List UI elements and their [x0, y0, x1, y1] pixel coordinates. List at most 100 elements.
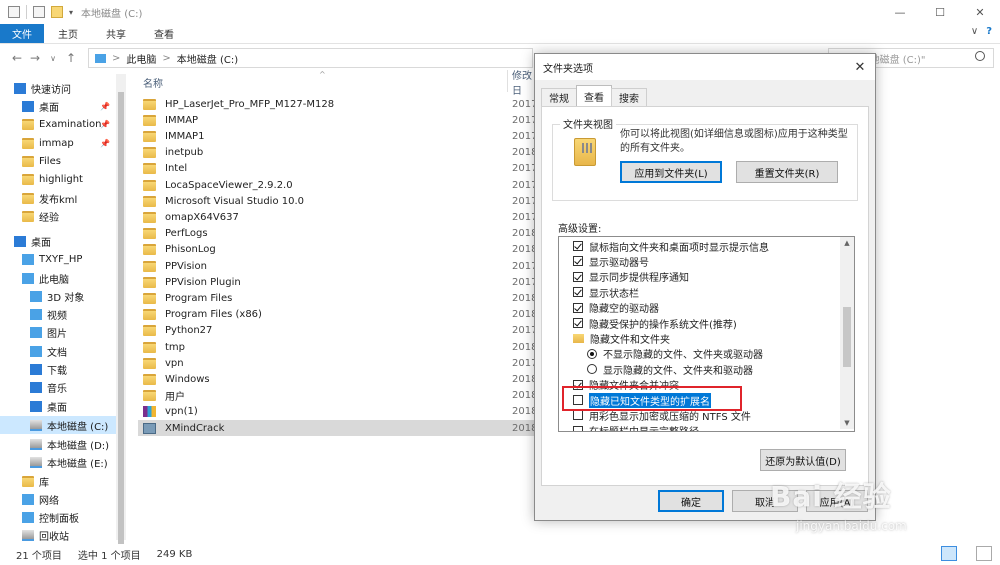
file-row[interactable]: HP_LaserJet_Pro_MFP_M127-M128 2017 — [138, 96, 537, 112]
checkbox-checked[interactable] — [573, 302, 583, 313]
up-arrow-icon[interactable]: ↑ — [62, 51, 80, 65]
file-row[interactable]: PPVision 2017 — [138, 258, 537, 274]
file-row[interactable]: PPVision Plugin 2017 — [138, 274, 537, 290]
checkbox-checked[interactable] — [573, 256, 583, 267]
advanced-setting-item[interactable]: 显示状态栏 — [559, 284, 841, 300]
advanced-list-scrollbar[interactable]: ▲ ▼ — [840, 237, 854, 429]
file-row[interactable]: Microsoft Visual Studio 10.0 2017 — [138, 193, 537, 209]
large-icons-view-icon[interactable] — [976, 546, 992, 561]
file-row[interactable]: PerfLogs 2018 — [138, 226, 537, 242]
file-row[interactable]: 用户 2018 — [138, 388, 537, 404]
search-icon[interactable] — [975, 51, 985, 61]
checkbox-unchecked[interactable] — [573, 425, 583, 431]
details-view-icon[interactable] — [941, 546, 957, 561]
sidebar-item[interactable]: Files — [0, 152, 116, 170]
checkbox-checked[interactable] — [573, 287, 583, 298]
column-divider[interactable] — [507, 70, 508, 92]
sidebar-item[interactable]: 本地磁盘 (D:) — [0, 435, 116, 453]
file-row[interactable]: inetpub 2018 — [138, 145, 537, 161]
ok-button[interactable]: 确定 — [658, 490, 724, 512]
scroll-down-icon[interactable]: ▼ — [842, 419, 852, 427]
sidebar-item[interactable]: 3D 对象 — [0, 287, 116, 305]
checkbox-checked[interactable] — [573, 241, 583, 251]
sidebar-item[interactable]: 本地磁盘 (E:) — [0, 453, 116, 471]
sidebar-item[interactable]: Examination 📌 — [0, 115, 116, 133]
column-name[interactable]: 名称 — [143, 75, 163, 90]
tab-search[interactable]: 搜索 — [611, 88, 647, 106]
advanced-setting-item[interactable]: 显示驱动器号 — [559, 253, 841, 269]
sidebar-item[interactable]: 经验 — [0, 207, 116, 225]
properties-icon[interactable] — [33, 6, 45, 18]
file-row[interactable]: Windows 2018 — [138, 371, 537, 387]
pin-icon[interactable]: 📌 — [100, 139, 110, 148]
checkbox-unchecked[interactable] — [573, 410, 583, 421]
radio-selected[interactable] — [587, 348, 597, 359]
advanced-setting-item[interactable]: 显示隐藏的文件、文件夹和驱动器 — [559, 361, 841, 377]
tab-share[interactable]: 共享 — [92, 24, 140, 43]
sidebar-item[interactable]: 控制面板 — [0, 508, 116, 526]
tab-view-options[interactable]: 查看 — [576, 85, 612, 106]
help-icon[interactable]: ? — [986, 26, 992, 37]
file-row[interactable]: IMMAP1 2017 — [138, 128, 537, 144]
file-row[interactable]: vpn(1) 2018 — [138, 404, 537, 420]
sidebar-item[interactable]: 此电脑 — [0, 269, 116, 287]
breadcrumb-this-pc[interactable]: 此电脑 — [126, 51, 156, 66]
sidebar-item[interactable]: highlight — [0, 170, 116, 188]
recent-locations-icon[interactable]: ∨ — [44, 54, 62, 63]
advanced-setting-item[interactable]: 隐藏文件和文件夹 — [559, 330, 841, 346]
sidebar-item[interactable]: 网络 — [0, 490, 116, 508]
sidebar-item[interactable]: 桌面 — [0, 232, 116, 250]
scrollbar-thumb[interactable] — [843, 307, 851, 367]
tab-file[interactable]: 文件 — [0, 24, 44, 43]
pin-icon[interactable]: 📌 — [100, 120, 110, 129]
sidebar-item[interactable]: 图片 — [0, 323, 116, 341]
reset-folders-button[interactable]: 重置文件夹(R) — [736, 161, 838, 183]
scroll-up-icon[interactable]: ▲ — [842, 239, 852, 247]
sidebar-item[interactable]: 桌面 📌 — [0, 97, 116, 115]
checkbox-checked[interactable] — [573, 318, 583, 328]
advanced-setting-item[interactable]: 隐藏受保护的操作系统文件(推荐) — [559, 315, 841, 331]
file-row[interactable]: Python27 2017 — [138, 323, 537, 339]
sidebar-item[interactable]: 下载 — [0, 360, 116, 378]
advanced-setting-item[interactable]: 显示同步提供程序通知 — [559, 269, 841, 285]
advanced-setting-item[interactable]: 鼠标指向文件夹和桌面项时显示提示信息 — [559, 238, 841, 254]
nav-scrollbar-thumb[interactable] — [118, 92, 124, 544]
file-row[interactable]: omapX64V637 2017 — [138, 209, 537, 225]
sidebar-item[interactable]: 回收站 — [0, 526, 116, 544]
address-field[interactable]: > 此电脑 > 本地磁盘 (C:) — [88, 48, 533, 68]
sidebar-item[interactable]: immap 📌 — [0, 134, 116, 152]
apply-to-folders-button[interactable]: 应用到文件夹(L) — [620, 161, 722, 183]
radio-unselected[interactable] — [587, 364, 597, 375]
advanced-setting-item[interactable]: 隐藏空的驱动器 — [559, 300, 841, 316]
file-row[interactable]: IMMAP 2017 — [138, 112, 537, 128]
sidebar-item[interactable]: 快速访问 — [0, 79, 116, 97]
tab-home[interactable]: 主页 — [44, 24, 92, 43]
pin-icon[interactable]: 📌 — [100, 102, 110, 111]
sidebar-item[interactable]: 发布kml — [0, 189, 116, 207]
sidebar-item[interactable]: 本地磁盘 (C:) — [0, 416, 116, 434]
file-row[interactable]: PhisonLog 2018 — [138, 242, 537, 258]
minimize-button[interactable]: — — [880, 0, 920, 24]
file-row[interactable]: LocaSpaceViewer_2.9.2.0 2017 — [138, 177, 537, 193]
advanced-setting-item[interactable]: 不显示隐藏的文件、文件夹或驱动器 — [559, 346, 841, 362]
column-date-modified[interactable]: 修改日 — [512, 67, 535, 97]
sidebar-item[interactable]: 桌面 — [0, 397, 116, 415]
sidebar-item[interactable]: 文档 — [0, 342, 116, 360]
checkbox-checked[interactable] — [573, 271, 583, 282]
breadcrumb-local-disk-c[interactable]: 本地磁盘 (C:) — [177, 51, 238, 66]
tab-general[interactable]: 常规 — [541, 88, 577, 106]
file-row[interactable]: Intel 2017 — [138, 161, 537, 177]
back-arrow-icon[interactable]: ← — [8, 51, 26, 65]
sidebar-item[interactable]: 库 — [0, 472, 116, 490]
customize-toolbar-icon[interactable]: ▾ — [69, 8, 73, 17]
expand-ribbon-icon[interactable]: ∨ — [971, 26, 978, 37]
new-folder-icon[interactable] — [51, 6, 63, 18]
forward-arrow-icon[interactable]: → — [26, 51, 44, 65]
explorer-app-icon[interactable] — [8, 6, 20, 18]
sidebar-item[interactable]: 视频 — [0, 305, 116, 323]
dialog-close-button[interactable]: ✕ — [851, 58, 869, 76]
advanced-setting-item[interactable]: 在标题栏中显示完整路径 — [559, 423, 841, 431]
sidebar-item[interactable]: 音乐 — [0, 378, 116, 396]
file-row[interactable]: Program Files (x86) 2018 — [138, 307, 537, 323]
sidebar-item[interactable]: TXYF_HP — [0, 250, 116, 268]
